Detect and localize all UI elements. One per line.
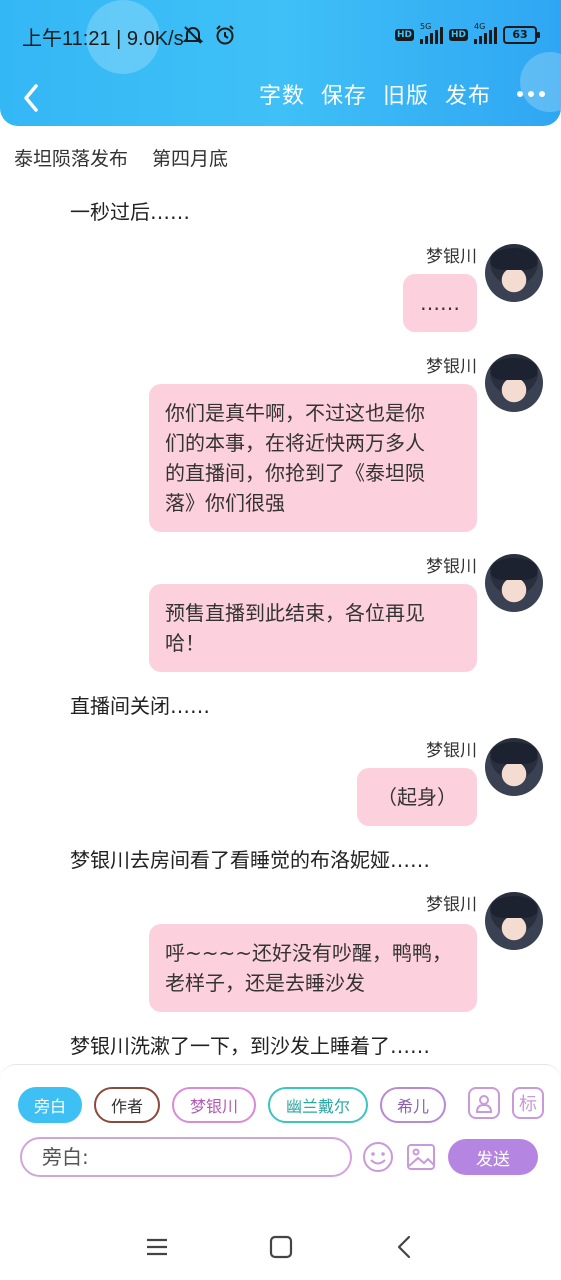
chevron-left-icon bbox=[397, 1235, 411, 1259]
status-notification-icons bbox=[182, 24, 236, 46]
image-button[interactable] bbox=[403, 1139, 439, 1175]
avatar[interactable] bbox=[485, 892, 543, 950]
message-bubble[interactable]: 你们是真牛啊，不过这也是你 们的本事，在将近快两万多人 的直播间，你抢到了《泰坦… bbox=[149, 384, 477, 532]
speaker-name: 梦银川 bbox=[426, 357, 477, 377]
speaker-name: 梦银川 bbox=[426, 247, 477, 267]
person-icon bbox=[475, 1095, 493, 1113]
mark-button[interactable]: 标 bbox=[512, 1087, 544, 1119]
send-button[interactable]: 发送 bbox=[448, 1139, 538, 1175]
mute-bell-icon bbox=[182, 26, 204, 44]
hd-icon: HD bbox=[394, 29, 414, 41]
word-count-button[interactable]: 字数 bbox=[259, 78, 305, 110]
emoji-button[interactable] bbox=[360, 1139, 396, 1175]
story-chapter: 第四月底 bbox=[152, 148, 229, 170]
publish-button[interactable]: 发布 bbox=[445, 78, 491, 110]
compose-panel: 旁白 作者 梦银川 幽兰戴尔 希儿 标 旁白: 发送 bbox=[0, 1064, 561, 1214]
avatar[interactable] bbox=[485, 244, 543, 302]
battery-icon: 63 bbox=[503, 26, 540, 44]
narration[interactable]: 一秒过后…… bbox=[70, 196, 190, 225]
avatar[interactable] bbox=[485, 354, 543, 412]
home-square-icon bbox=[269, 1235, 293, 1259]
nav-actions: 字数 保存 旧版 发布 bbox=[259, 78, 545, 110]
status-bar: 上午11:21 | 9.0K/s HD 5G HD 4G 63 bbox=[0, 20, 561, 52]
message-input[interactable]: 旁白: bbox=[20, 1137, 352, 1177]
image-icon bbox=[407, 1144, 435, 1170]
smiley-icon bbox=[363, 1142, 393, 1172]
chip-author[interactable]: 作者 bbox=[94, 1087, 160, 1123]
message-bubble[interactable]: 预售直播到此结束，各位再见 哈！ bbox=[149, 584, 477, 672]
chip-mengyinchuan[interactable]: 梦银川 bbox=[172, 1087, 256, 1123]
system-nav-bar bbox=[0, 1212, 561, 1280]
chevron-left-icon bbox=[24, 84, 38, 112]
hd-icon: HD bbox=[448, 29, 468, 41]
status-time: 上午11:21 | 9.0K/s bbox=[22, 28, 184, 50]
message-bubble[interactable]: 呼~~~~还好没有吵醒，鸭鸭， 老样子，还是去睡沙发 bbox=[149, 924, 477, 1012]
narration[interactable]: 梦银川去房间看了看睡觉的布洛妮娅…… bbox=[70, 844, 430, 873]
avatar[interactable] bbox=[485, 738, 543, 796]
save-button[interactable]: 保存 bbox=[321, 78, 367, 110]
status-right-icons: HD 5G HD 4G 63 bbox=[394, 22, 540, 44]
narration[interactable]: 直播间关闭…… bbox=[70, 690, 210, 719]
menu-icon bbox=[147, 1238, 167, 1256]
message-bubble[interactable]: （起身） bbox=[357, 768, 477, 826]
speaker-name: 梦银川 bbox=[426, 557, 477, 577]
story-subtitle: 泰坦陨落发布 第四月底 bbox=[14, 144, 228, 171]
chip-xier[interactable]: 希儿 bbox=[380, 1087, 446, 1123]
back-button[interactable] bbox=[14, 76, 50, 116]
app-header: 上午11:21 | 9.0K/s HD 5G HD 4G 63 字数 保存 旧版… bbox=[0, 0, 561, 126]
story-title: 泰坦陨落发布 bbox=[14, 148, 129, 170]
narration[interactable]: 梦银川洗漱了一下，到沙发上睡着了…… bbox=[70, 1030, 430, 1059]
old-version-button[interactable]: 旧版 bbox=[383, 78, 429, 110]
chip-narrator[interactable]: 旁白 bbox=[18, 1087, 82, 1123]
signal-icon: 4G bbox=[474, 22, 497, 44]
message-bubble[interactable]: …… bbox=[403, 274, 477, 332]
home-button[interactable] bbox=[266, 1232, 296, 1262]
system-back-button[interactable] bbox=[390, 1232, 420, 1262]
menu-button[interactable] bbox=[142, 1232, 172, 1262]
add-character-button[interactable] bbox=[468, 1087, 500, 1119]
more-options-button[interactable] bbox=[517, 91, 545, 97]
alarm-icon bbox=[216, 25, 234, 45]
speaker-name: 梦银川 bbox=[426, 741, 477, 761]
speaker-name: 梦银川 bbox=[426, 895, 477, 915]
chip-youlandaier[interactable]: 幽兰戴尔 bbox=[268, 1087, 368, 1123]
avatar[interactable] bbox=[485, 554, 543, 612]
navbar: 字数 保存 旧版 发布 bbox=[0, 72, 561, 120]
signal-icon: 5G bbox=[419, 22, 443, 44]
role-chips: 旁白 作者 梦银川 幽兰戴尔 希儿 bbox=[18, 1087, 446, 1123]
